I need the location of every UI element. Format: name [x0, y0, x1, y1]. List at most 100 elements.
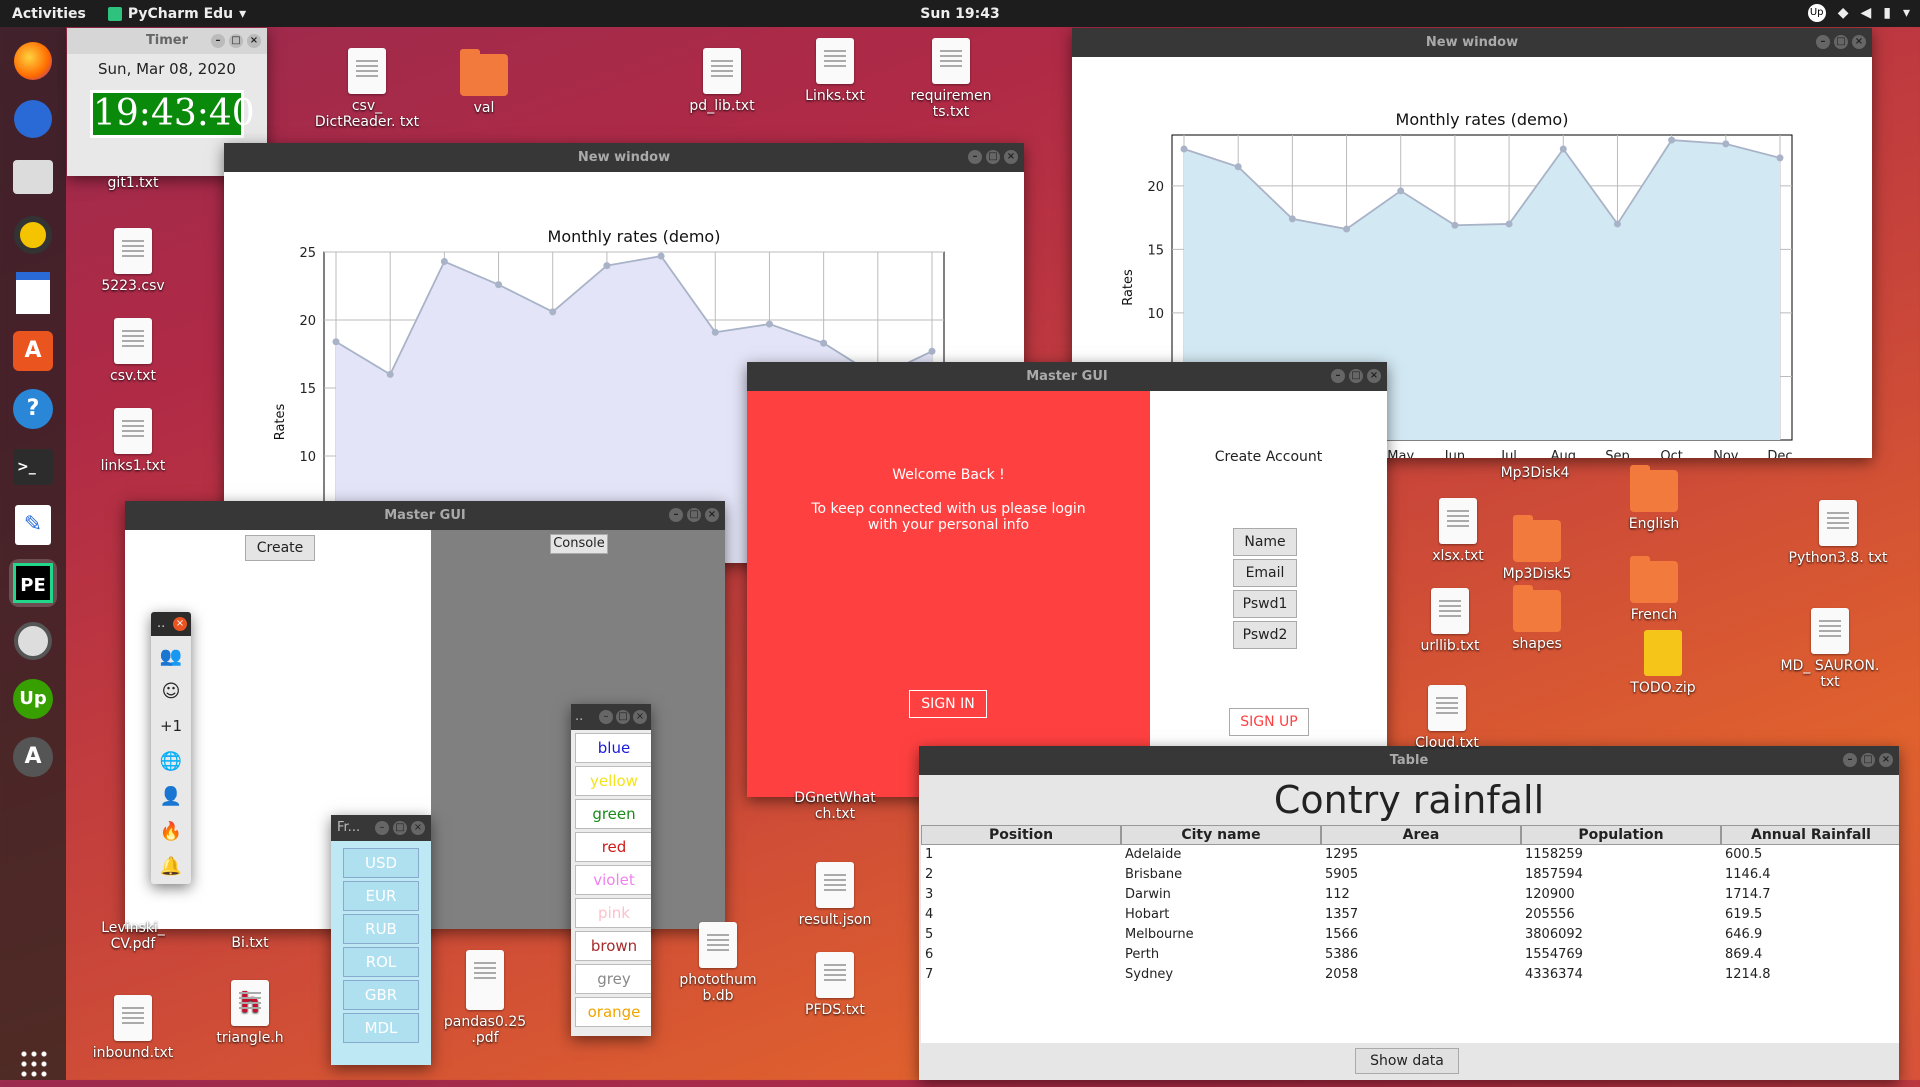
- battery-icon[interactable]: ▮: [1883, 5, 1891, 21]
- desktop-icon[interactable]: French: [1599, 556, 1709, 623]
- currency-popup-titlebar[interactable]: Fr... – □ ×: [331, 815, 431, 841]
- table-row[interactable]: 3 Darwin 112 120900 1714.7: [921, 885, 1899, 905]
- close-icon[interactable]: ×: [633, 710, 647, 724]
- close-icon[interactable]: ×: [705, 508, 719, 522]
- master-gui-titlebar[interactable]: Master GUI – □ ×: [747, 362, 1387, 391]
- plus-one-icon[interactable]: +1: [156, 711, 186, 741]
- updater-icon[interactable]: A: [9, 733, 57, 781]
- close-icon[interactable]: ×: [247, 34, 261, 48]
- show-data-button[interactable]: Show data: [1355, 1048, 1459, 1074]
- files-icon[interactable]: [9, 153, 57, 201]
- table-row[interactable]: 5 Melbourne 1566 3806092 646.9: [921, 925, 1899, 945]
- column-header[interactable]: Area: [1321, 825, 1521, 845]
- help-icon[interactable]: ?: [9, 385, 57, 433]
- chart-window-titlebar[interactable]: New window – □ ×: [1072, 28, 1872, 57]
- password2-field-button[interactable]: Pswd2: [1233, 621, 1297, 649]
- desktop-icon[interactable]: Cloud.txt: [1392, 685, 1502, 751]
- chevron-down-icon[interactable]: ▾: [1903, 5, 1910, 21]
- software-center-icon[interactable]: A: [9, 327, 57, 375]
- pycharm-dock-icon[interactable]: PE: [9, 559, 57, 607]
- maximize-icon[interactable]: □: [229, 34, 243, 48]
- desktop-icon[interactable]: csv_ DictReader. txt: [312, 48, 422, 130]
- upwork-icon[interactable]: Up: [9, 675, 57, 723]
- close-icon[interactable]: ×: [1852, 35, 1866, 49]
- color-button-brown[interactable]: brown: [575, 931, 651, 961]
- terminal-icon[interactable]: >_: [9, 443, 57, 491]
- app-menu[interactable]: PyCharm Edu ▾: [107, 6, 246, 22]
- fire-icon[interactable]: 🔥: [156, 816, 186, 846]
- create-button[interactable]: Create: [245, 535, 315, 561]
- toolbar-popup-titlebar[interactable]: .. ×: [151, 612, 191, 636]
- currency-button-usd[interactable]: USD: [343, 848, 419, 878]
- maximize-icon[interactable]: □: [986, 150, 1000, 164]
- desktop-icon[interactable]: urllib.txt: [1395, 588, 1505, 654]
- currency-button-eur[interactable]: EUR: [343, 881, 419, 911]
- desktop-icon[interactable]: csv.txt: [78, 318, 188, 384]
- maximize-icon[interactable]: □: [1834, 35, 1848, 49]
- desktop-icon[interactable]: Mp3Disk4: [1480, 465, 1590, 481]
- minimize-icon[interactable]: –: [375, 821, 389, 835]
- sign-up-button[interactable]: SIGN UP: [1229, 708, 1309, 736]
- globe-icon[interactable]: 🌐: [156, 746, 186, 776]
- color-button-grey[interactable]: grey: [575, 964, 651, 994]
- libreoffice-writer-icon[interactable]: [9, 269, 57, 317]
- close-icon[interactable]: ×: [1879, 753, 1893, 767]
- column-header[interactable]: Population: [1521, 825, 1721, 845]
- table-row[interactable]: 7 Sydney 2058 4336374 1214.8: [921, 965, 1899, 985]
- table-row[interactable]: 2 Brisbane 5905 1857594 1146.4: [921, 865, 1899, 885]
- desktop-icon[interactable]: h triangle.h: [195, 980, 305, 1046]
- minimize-icon[interactable]: –: [669, 508, 683, 522]
- password1-field-button[interactable]: Pswd1: [1233, 590, 1297, 618]
- firefox-icon[interactable]: [9, 37, 57, 85]
- volume-icon[interactable]: ◀: [1860, 5, 1871, 21]
- desktop-icon[interactable]: English: [1599, 465, 1709, 532]
- magnifier-icon[interactable]: [9, 617, 57, 665]
- maximize-icon[interactable]: □: [393, 821, 407, 835]
- console-button[interactable]: Console: [550, 534, 608, 554]
- column-header[interactable]: City name: [1121, 825, 1321, 845]
- wifi-icon[interactable]: ◆: [1838, 5, 1849, 21]
- minimize-icon[interactable]: –: [1331, 369, 1345, 383]
- minimize-icon[interactable]: –: [968, 150, 982, 164]
- desktop-icon[interactable]: MD_ SAURON. txt: [1775, 608, 1885, 690]
- currency-button-gbr[interactable]: GBR: [343, 980, 419, 1010]
- people-icon[interactable]: 👥: [156, 641, 186, 671]
- color-button-red[interactable]: red: [575, 832, 651, 862]
- desktop-icon[interactable]: git1.txt: [78, 175, 188, 191]
- close-icon[interactable]: ×: [1004, 150, 1018, 164]
- desktop-icon[interactable]: pd_lib.txt: [667, 48, 777, 114]
- table-row[interactable]: 6 Perth 5386 1554769 869.4: [921, 945, 1899, 965]
- system-tray[interactable]: Up ◆ ◀ ▮ ▾: [1807, 4, 1910, 22]
- minimize-icon[interactable]: –: [1816, 35, 1830, 49]
- color-button-pink[interactable]: pink: [575, 898, 651, 928]
- chart-window-titlebar[interactable]: New window – □ ×: [224, 143, 1024, 172]
- color-button-blue[interactable]: blue: [575, 733, 651, 763]
- desktop-icon[interactable]: DGnetWhat ch.txt: [780, 790, 890, 822]
- desktop-icon[interactable]: PFDS.txt: [780, 952, 890, 1018]
- add-person-icon[interactable]: 👤: [156, 781, 186, 811]
- upwork-tray-icon[interactable]: Up: [1807, 4, 1826, 22]
- desktop-icon[interactable]: Links.txt: [780, 38, 890, 104]
- desktop-icon[interactable]: TODO.zip: [1608, 630, 1718, 696]
- desktop-icon[interactable]: result.json: [780, 862, 890, 928]
- color-popup-titlebar[interactable]: .. – □ ×: [571, 704, 651, 730]
- column-header[interactable]: Position: [921, 825, 1121, 845]
- color-button-violet[interactable]: violet: [575, 865, 651, 895]
- activities-button[interactable]: Activities: [12, 6, 86, 22]
- rhythmbox-icon[interactable]: [9, 211, 57, 259]
- desktop-icon[interactable]: inbound.txt: [78, 995, 188, 1061]
- maximize-icon[interactable]: □: [616, 710, 630, 724]
- close-icon[interactable]: ×: [411, 821, 425, 835]
- desktop-icon[interactable]: Python3.8. txt: [1783, 500, 1893, 566]
- desktop-icon[interactable]: Levinski_ CV.pdf: [78, 920, 188, 952]
- text-editor-icon[interactable]: ✎: [9, 501, 57, 549]
- maximize-icon[interactable]: □: [1349, 369, 1363, 383]
- desktop-icon[interactable]: 5223.csv: [78, 228, 188, 294]
- desktop-icon[interactable]: links1.txt: [78, 408, 188, 474]
- timer-titlebar[interactable]: Timer – □ ×: [67, 28, 267, 54]
- close-icon[interactable]: ×: [1367, 369, 1381, 383]
- master-gui-titlebar[interactable]: Master GUI – □ ×: [125, 501, 725, 530]
- desktop-icon[interactable]: val: [429, 49, 539, 116]
- minimize-icon[interactable]: –: [599, 710, 613, 724]
- close-icon[interactable]: ×: [173, 617, 187, 631]
